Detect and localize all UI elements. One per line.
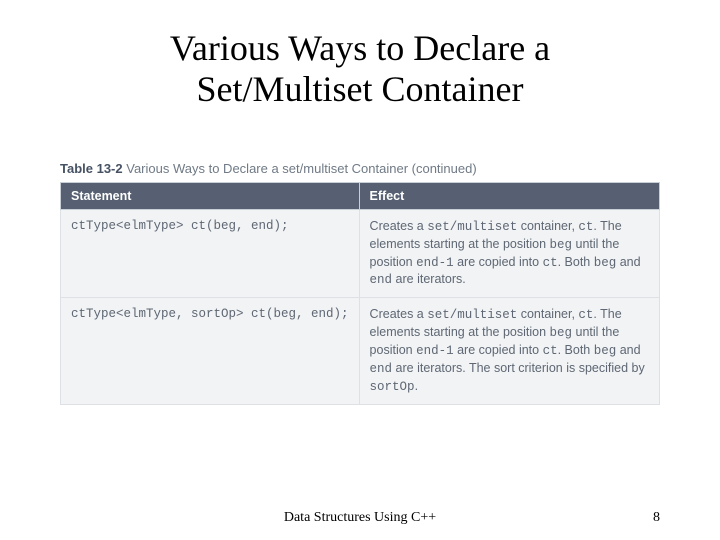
table-row: ctType<elmType, sortOp> ct(beg, end); Cr… (61, 298, 660, 404)
effect-text: Creates a (370, 307, 428, 321)
slide-title: Various Ways to Declare a Set/Multiset C… (80, 28, 640, 111)
table-label: Table 13-2 (60, 161, 123, 176)
table-caption-rest: Various Ways to Declare a set/multiset C… (126, 161, 476, 176)
effect-code: ct (578, 308, 593, 322)
effect-code: set/multiset (427, 308, 517, 322)
declaration-table: Statement Effect ctType<elmType> ct(beg,… (60, 182, 660, 405)
effect-text: container, (517, 219, 578, 233)
effect-text: Creates a (370, 219, 428, 233)
effect-text: container, (517, 307, 578, 321)
statement-cell: ctType<elmType> ct(beg, end); (61, 209, 360, 298)
table-row: ctType<elmType> ct(beg, end); Creates a … (61, 209, 660, 298)
slide: Various Ways to Declare a Set/Multiset C… (0, 0, 720, 540)
effect-text: . Both (558, 255, 594, 269)
effect-cell: Creates a set/multiset container, ct. Th… (359, 209, 659, 298)
effect-text: are iterators. (392, 272, 466, 286)
effect-text: . Both (558, 343, 594, 357)
effect-code: ct (543, 256, 558, 270)
table-caption: Table 13-2 Various Ways to Declare a set… (60, 161, 660, 176)
effect-text: are copied into (454, 343, 543, 357)
effect-code: beg (594, 256, 617, 270)
table-header-row: Statement Effect (61, 182, 660, 209)
effect-code: ct (543, 344, 558, 358)
effect-code: end (370, 362, 393, 376)
effect-code: end-1 (416, 256, 454, 270)
effect-text: . (415, 379, 418, 393)
effect-code: ct (578, 220, 593, 234)
footer-source: Data Structures Using C++ (284, 510, 436, 526)
effect-text: are copied into (454, 255, 543, 269)
table-wrap: Table 13-2 Various Ways to Declare a set… (60, 161, 660, 405)
col-statement: Statement (61, 182, 360, 209)
effect-code: end (370, 273, 393, 287)
col-effect: Effect (359, 182, 659, 209)
effect-code: set/multiset (427, 220, 517, 234)
effect-text: are iterators. The sort criterion is spe… (392, 361, 645, 375)
effect-cell: Creates a set/multiset container, ct. Th… (359, 298, 659, 404)
statement-cell: ctType<elmType, sortOp> ct(beg, end); (61, 298, 360, 404)
effect-code: beg (550, 238, 573, 252)
effect-code: end-1 (416, 344, 454, 358)
page-number: 8 (653, 510, 660, 526)
effect-text: and (616, 255, 640, 269)
effect-code: beg (594, 344, 617, 358)
effect-text: and (616, 343, 640, 357)
effect-code: beg (550, 326, 573, 340)
effect-code: sortOp (370, 380, 415, 394)
